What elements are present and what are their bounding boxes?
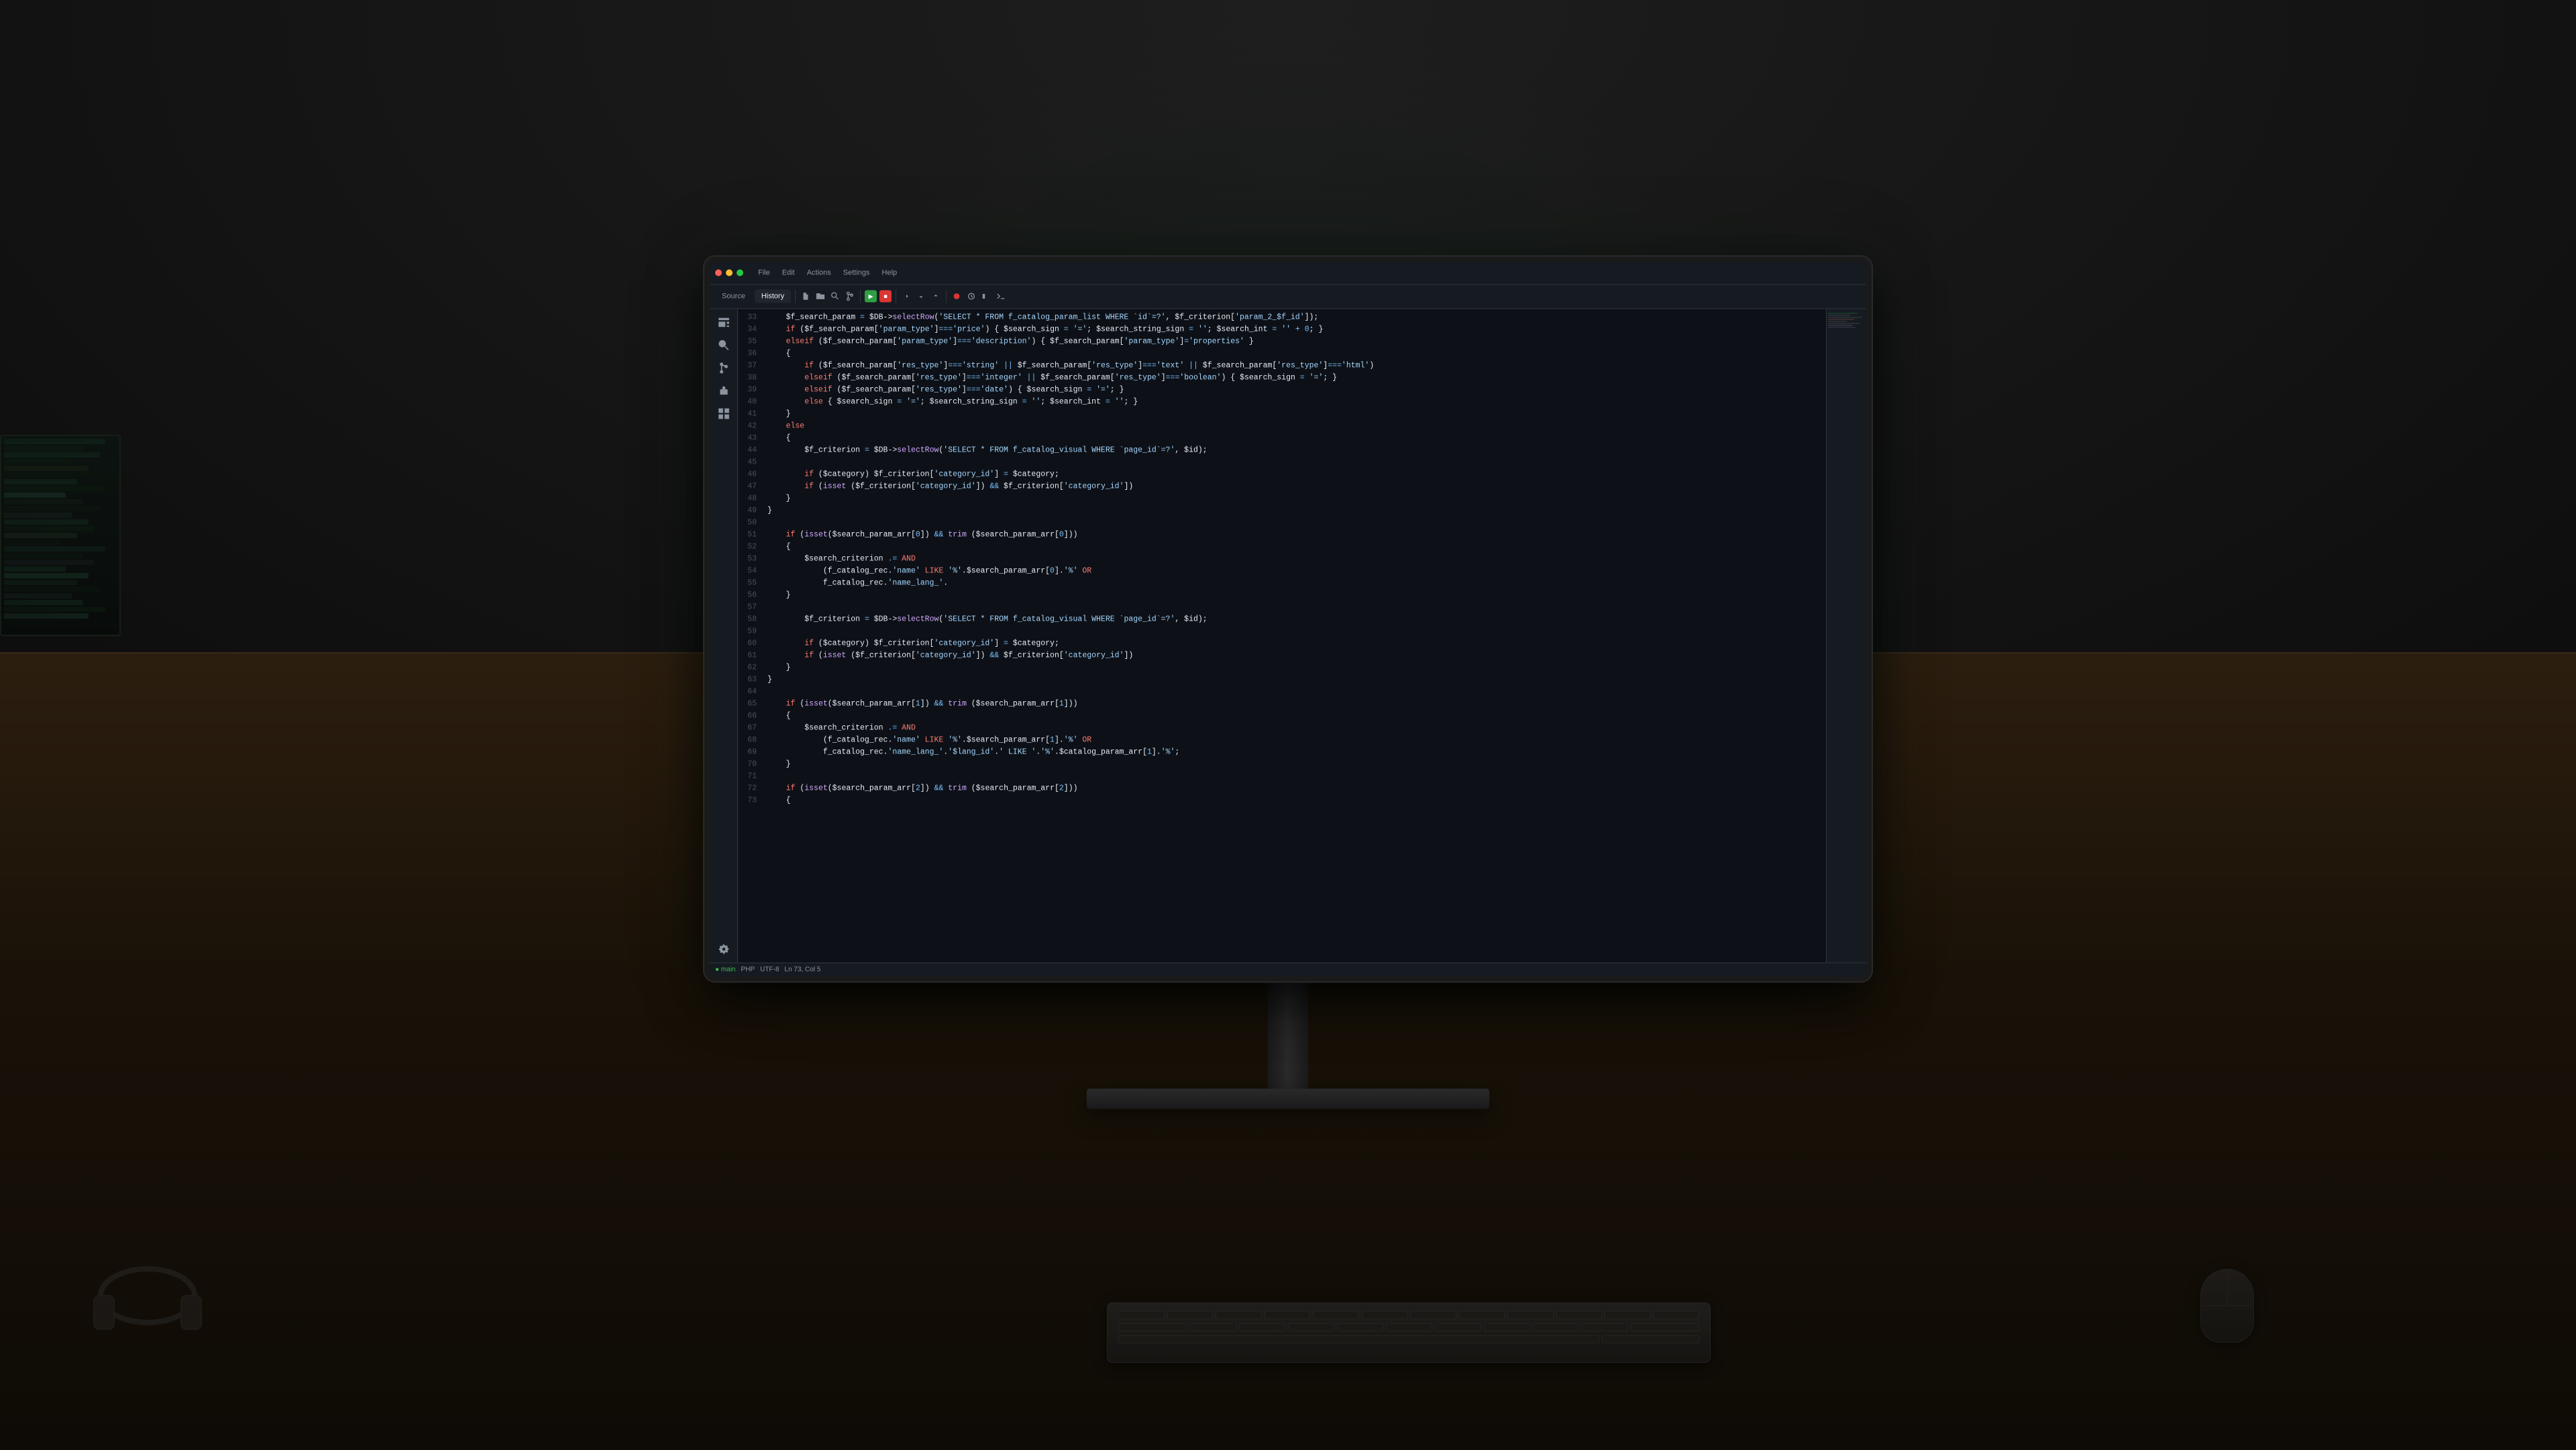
toolbar-divider-1 (795, 290, 796, 303)
table-row: 45 (738, 456, 1826, 468)
nav-help[interactable]: Help (877, 268, 903, 278)
activity-debug[interactable] (713, 380, 735, 401)
activity-extensions[interactable] (713, 403, 735, 424)
run-button[interactable]: ▶ (865, 291, 877, 303)
editor-area: 33 $f_search_param = $DB->selectRow('SEL… (710, 309, 1866, 962)
nav-settings[interactable]: Settings (838, 268, 875, 278)
table-row: 68 (f_catalog_rec.'name' LIKE '%'.$searc… (738, 734, 1826, 746)
nav-actions[interactable]: Actions (802, 268, 837, 278)
git-icon[interactable] (844, 291, 856, 303)
table-row: 48 } (738, 493, 1826, 505)
headphones (80, 1262, 215, 1343)
console-icon[interactable] (995, 291, 1007, 303)
table-row: 61 if (isset ($f_criterion['category_id'… (738, 650, 1826, 662)
monitor-bottom-bar: BenQ (710, 976, 1866, 981)
step-over-icon[interactable] (900, 291, 912, 303)
benq-logo: BenQ (1250, 980, 1287, 982)
search-icon[interactable] (829, 291, 841, 303)
file-info: PHP (741, 966, 755, 973)
table-row: 59 (738, 625, 1826, 637)
close-dot[interactable] (715, 270, 722, 276)
table-row: 69 f_catalog_rec.'name_lang_'.'$lang_id'… (738, 746, 1826, 758)
table-row: 70 } (738, 758, 1826, 770)
git-status: ● main (715, 966, 736, 973)
activity-settings[interactable] (713, 938, 735, 960)
step-into-icon[interactable] (915, 291, 927, 303)
table-row: 55 f_catalog_rec.'name_lang_'. (738, 577, 1826, 589)
line-col: Ln 73, Col 5 (784, 966, 820, 973)
table-row: 40 else { $search_sign = '='; $search_st… (738, 396, 1826, 408)
table-row: 46 if ($category) $f_criterion['category… (738, 468, 1826, 480)
keyboard (1107, 1302, 1711, 1363)
table-row: 33 $f_search_param = $DB->selectRow('SEL… (738, 311, 1826, 323)
monitor-neck (1268, 981, 1308, 1088)
nav-file[interactable]: File (753, 268, 775, 278)
table-row: 39 elseif ($f_search_param['res_type']==… (738, 384, 1826, 396)
minimize-dot[interactable] (726, 270, 733, 276)
table-row: 37 if ($f_search_param['res_type']==='st… (738, 360, 1826, 372)
table-row: 41 } (738, 408, 1826, 420)
table-row: 34 if ($f_search_param['param_type']==='… (738, 323, 1826, 335)
toolbar-divider-4 (946, 290, 947, 303)
title-bar: File Edit Actions Settings Help (710, 262, 1866, 284)
toolbar: Source History (710, 284, 1866, 309)
left-wall-monitors (0, 435, 121, 636)
nav-edit[interactable]: Edit (777, 268, 800, 278)
encoding: UTF-8 (760, 966, 779, 973)
variables-icon[interactable] (980, 291, 992, 303)
mouse (2200, 1269, 2254, 1343)
table-row: 57 (738, 601, 1826, 613)
title-bar-nav: File Edit Actions Settings Help (753, 268, 902, 278)
table-row: 43 { (738, 432, 1826, 444)
table-row: 35 elseif ($f_search_param['param_type']… (738, 335, 1826, 348)
table-row: 71 (738, 770, 1826, 782)
table-row: 47 if (isset ($f_criterion['category_id'… (738, 480, 1826, 493)
table-row: 56 } (738, 589, 1826, 601)
table-row: 72 if (isset($search_param_arr[2]) && tr… (738, 782, 1826, 794)
table-row: 63 } (738, 674, 1826, 686)
stop-button[interactable]: ■ (879, 291, 892, 303)
maximize-dot[interactable] (737, 270, 743, 276)
activity-git[interactable] (713, 357, 735, 378)
minimap-panel (1826, 309, 1866, 962)
table-row: 38 elseif ($f_search_param['res_type']==… (738, 372, 1826, 384)
table-row: 53 $search_criterion .= AND (738, 553, 1826, 565)
table-row: 36 { (738, 348, 1826, 360)
toolbar-divider-2 (860, 290, 861, 303)
table-row: 49 } (738, 505, 1826, 517)
tab-history[interactable]: History (755, 290, 791, 303)
activity-bar (710, 309, 738, 962)
table-row: 54 (f_catalog_rec.'name' LIKE '%'.$searc… (738, 565, 1826, 577)
table-row: 50 (738, 517, 1826, 529)
status-bar: ● main PHP UTF-8 Ln 73, Col 5 (710, 962, 1866, 976)
monitor-bezel: File Edit Actions Settings Help Source H… (704, 256, 1872, 981)
step-out-icon[interactable] (930, 291, 942, 303)
monitor-stand-base (1087, 1088, 1489, 1108)
ide-window: File Edit Actions Settings Help Source H… (710, 262, 1866, 976)
table-row: 51 if (isset($search_param_arr[0]) && tr… (738, 529, 1826, 541)
activity-explorer[interactable] (713, 311, 735, 333)
monitor-screen: File Edit Actions Settings Help Source H… (710, 262, 1866, 976)
breakpoint-icon[interactable] (951, 291, 963, 303)
folder-icon[interactable] (814, 291, 826, 303)
tab-source[interactable]: Source (715, 290, 752, 303)
table-row: 73 { (738, 794, 1826, 807)
table-row: 64 (738, 686, 1826, 698)
table-row: 42 else (738, 420, 1826, 432)
table-row: 44 $f_criterion = $DB->selectRow('SELECT… (738, 444, 1826, 456)
table-row: 66 { (738, 710, 1826, 722)
table-row: 58 $f_criterion = $DB->selectRow('SELECT… (738, 613, 1826, 625)
main-monitor: File Edit Actions Settings Help Source H… (704, 256, 1872, 1108)
table-row: 62 } (738, 662, 1826, 674)
table-row: 67 $search_criterion .= AND (738, 722, 1826, 734)
watch-icon[interactable] (965, 291, 977, 303)
table-row: 65 if (isset($search_param_arr[1]) && tr… (738, 698, 1826, 710)
activity-search[interactable] (713, 334, 735, 356)
table-row: 60 if ($category) $f_criterion['category… (738, 637, 1826, 650)
file-icon[interactable] (800, 291, 812, 303)
code-editor[interactable]: 33 $f_search_param = $DB->selectRow('SEL… (738, 309, 1826, 962)
table-row: 52 { (738, 541, 1826, 553)
